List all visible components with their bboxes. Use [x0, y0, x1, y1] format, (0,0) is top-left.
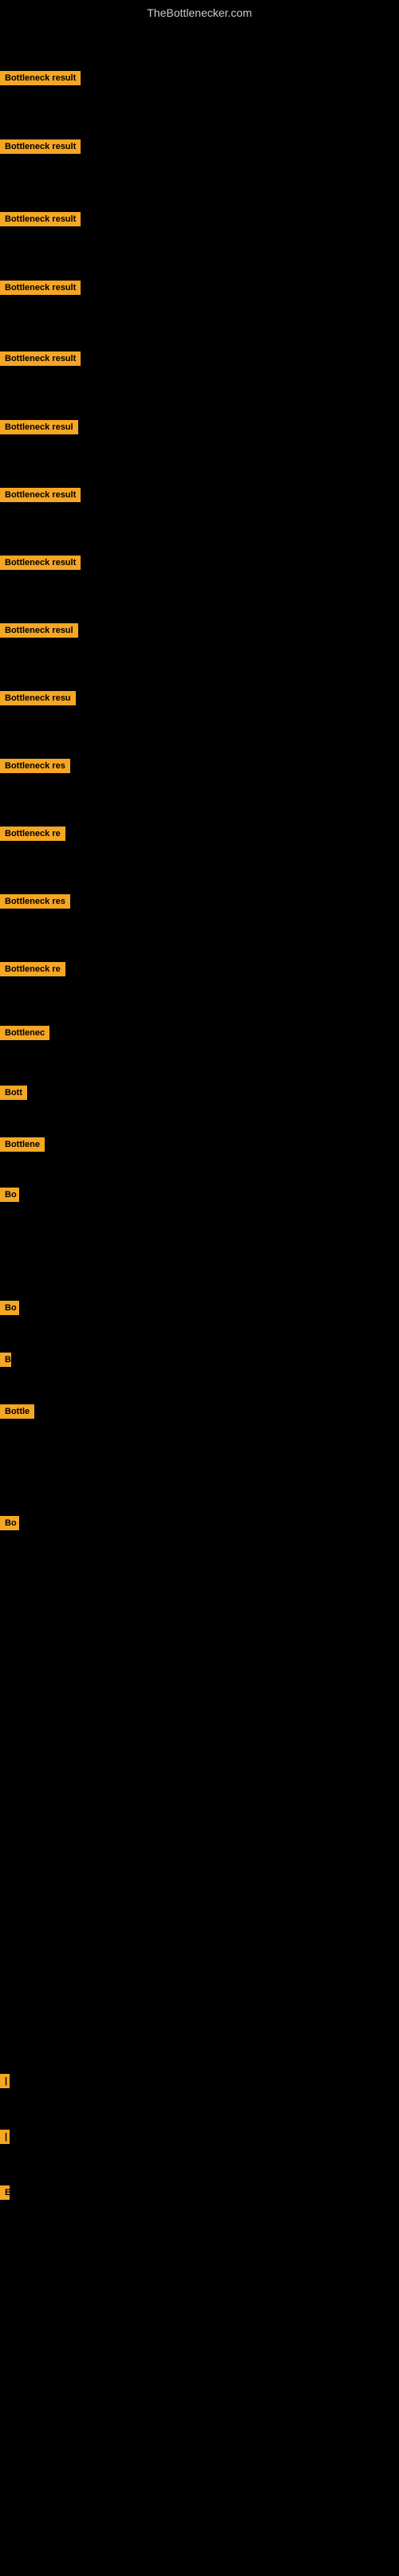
bottleneck-badge: Bottleneck result: [0, 212, 81, 230]
badge-label: |: [0, 2074, 10, 2088]
bottleneck-badge: Bottleneck res: [0, 894, 70, 913]
bottleneck-badge: E: [0, 2185, 10, 2204]
badge-label: Bottleneck res: [0, 759, 70, 773]
badge-label: E: [0, 2185, 10, 2200]
badge-label: Bottleneck result: [0, 212, 81, 226]
badge-label: Bottleneck result: [0, 488, 81, 502]
badge-label: Bottleneck result: [0, 351, 81, 366]
badge-label: Bottleneck result: [0, 139, 81, 154]
badge-label: Bottleneck res: [0, 894, 70, 909]
bottleneck-badge: Bottlene: [0, 1137, 45, 1156]
bottleneck-badge: Bottleneck result: [0, 556, 81, 574]
badge-label: Bottleneck re: [0, 827, 65, 841]
badge-label: B: [0, 1353, 11, 1367]
bottleneck-badge: |: [0, 2130, 8, 2148]
bottleneck-badge: Bo: [0, 1301, 19, 1319]
bottleneck-badge: Bottleneck resu: [0, 691, 76, 709]
bottleneck-badge: Bottleneck result: [0, 351, 81, 370]
bottleneck-badge: Bottleneck resul: [0, 623, 78, 642]
bottleneck-badge: Bottleneck res: [0, 759, 70, 777]
bottleneck-badge: Bottleneck re: [0, 962, 65, 980]
bottleneck-badge: Bottleneck result: [0, 488, 81, 506]
badge-label: Bottleneck result: [0, 71, 81, 85]
badge-label: Bo: [0, 1516, 19, 1530]
bottleneck-badge: Bottleneck resul: [0, 420, 78, 438]
badge-label: Bottle: [0, 1404, 34, 1419]
badge-label: Bottleneck result: [0, 556, 81, 570]
badge-label: Bottlenec: [0, 1026, 49, 1040]
badge-label: Bottleneck resul: [0, 623, 78, 638]
bottleneck-badge: |: [0, 2074, 8, 2092]
bottleneck-badge: Bottleneck result: [0, 139, 81, 158]
badge-label: Bottlene: [0, 1137, 45, 1152]
bottleneck-badge: Bottleneck result: [0, 71, 81, 89]
badge-label: Bottleneck result: [0, 281, 81, 295]
badge-label: Bott: [0, 1086, 27, 1100]
badge-label: Bottleneck resul: [0, 420, 78, 434]
badge-label: Bottleneck resu: [0, 691, 76, 705]
badge-label: Bo: [0, 1188, 19, 1202]
bottleneck-badge: Bo: [0, 1188, 19, 1206]
site-title: TheBottlenecker.com: [0, 0, 399, 26]
bottleneck-badge: Bo: [0, 1516, 19, 1534]
bottleneck-badge: Bottleneck result: [0, 281, 81, 299]
badge-label: |: [0, 2130, 10, 2144]
bottleneck-badge: Bottle: [0, 1404, 34, 1423]
bottleneck-badge: Bottleneck re: [0, 827, 65, 845]
bottleneck-badge: Bottlenec: [0, 1026, 49, 1044]
badge-label: Bottleneck re: [0, 962, 65, 976]
bottleneck-badge: B: [0, 1353, 11, 1371]
bottleneck-badge: Bott: [0, 1086, 27, 1104]
badge-label: Bo: [0, 1301, 19, 1315]
